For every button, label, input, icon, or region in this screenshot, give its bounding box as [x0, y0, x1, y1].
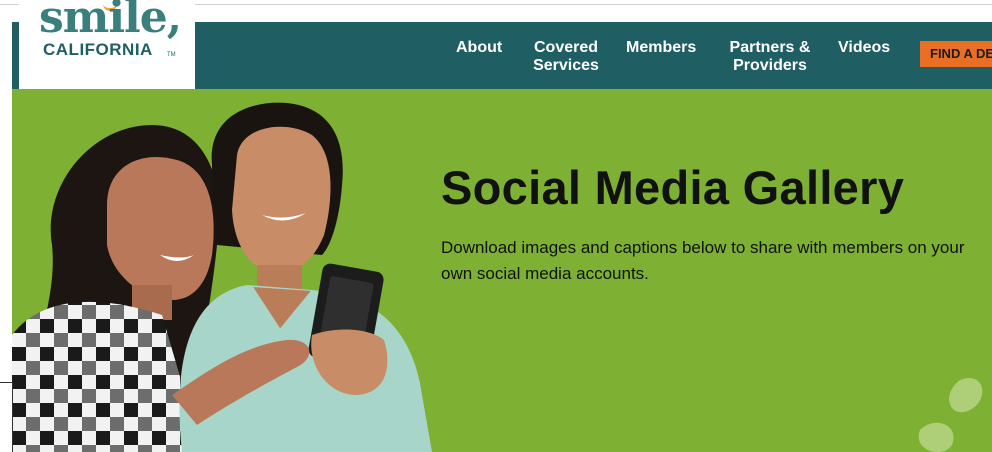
nav-covered-line1: Covered: [533, 39, 599, 56]
nav-members[interactable]: Members: [626, 39, 696, 57]
nav-covered-line2: Services: [533, 57, 599, 74]
decorative-leaf-graphic: [918, 377, 983, 452]
nav-about[interactable]: About: [456, 39, 502, 57]
corner-line-vertical: [12, 382, 13, 452]
nav-partners-line1: Partners &: [729, 39, 811, 56]
nav-covered-services[interactable]: Covered Services: [516, 39, 616, 75]
page-title: Social Media Gallery: [441, 161, 905, 214]
logo-wordmark: smile,: [39, 0, 182, 43]
logo-trademark: TM: [167, 52, 176, 58]
hero-couple-image: [12, 102, 432, 452]
nav-partners-providers[interactable]: Partners & Providers: [720, 39, 820, 75]
header-left-accent: [12, 22, 19, 89]
nav-partners-line2: Providers: [733, 57, 807, 74]
hero-description: Download images and captions below to sh…: [441, 238, 965, 283]
corner-line-horizontal: [0, 382, 12, 383]
nav-videos[interactable]: Videos: [838, 39, 890, 57]
find-a-dentist-button[interactable]: FIND A DE: [920, 41, 992, 67]
smile-california-logo[interactable]: smile, CALIFORNIA TM: [19, 0, 195, 89]
logo-subtitle: CALIFORNIA: [43, 40, 153, 59]
